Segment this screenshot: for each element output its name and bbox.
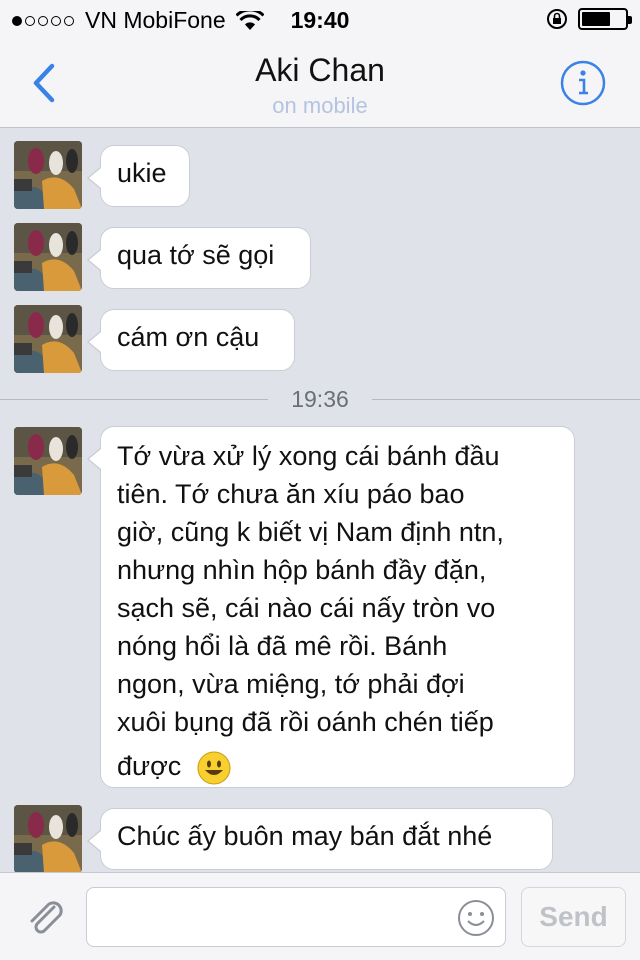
avatar[interactable] (14, 305, 82, 373)
message-text: Tớ vừa xử lý xong cái bánh đầu tiên. Tớ … (101, 427, 574, 793)
avatar-photo (14, 305, 82, 373)
nav-bar: Aki Chan on mobile (0, 40, 640, 128)
status-bar: VN MobiFone 19:40 (0, 0, 640, 40)
smiley-icon[interactable] (457, 899, 495, 937)
message-line-last: được (117, 747, 558, 785)
paperclip-icon[interactable] (24, 897, 68, 941)
message-text: Chúc ấy buôn may bán đắt nhé (117, 821, 493, 851)
message-line: tiên. Tớ chưa ăn xíu páo bao (117, 479, 465, 509)
contact-status: on mobile (272, 93, 368, 118)
avatar[interactable] (14, 805, 82, 873)
avatar[interactable] (14, 427, 82, 495)
message-line: giờ, cũng k biết vị Nam định ntn, (117, 517, 504, 547)
avatar[interactable] (14, 141, 82, 209)
message-line: xuôi bụng đã rồi oánh chén tiếp (117, 707, 494, 737)
avatar-photo (14, 223, 82, 291)
message-line: được (117, 751, 182, 781)
smiley-face-icon (197, 751, 231, 785)
contact-name[interactable]: Aki Chan (0, 52, 640, 89)
battery-icon (578, 8, 632, 30)
avatar[interactable] (14, 223, 82, 291)
avatar-photo (14, 141, 82, 209)
message-line: Tớ vừa xử lý xong cái bánh đầu (117, 441, 500, 471)
message-line: sạch sẽ, cái nào cái nấy tròn vo (117, 593, 496, 623)
message-bubble[interactable]: ukie (87, 145, 190, 207)
status-right (546, 8, 632, 30)
message-input[interactable] (87, 888, 451, 946)
message-line: nóng hổi là đã mê rồi. Bánh (117, 631, 448, 661)
avatar-photo (14, 805, 82, 873)
message-text: ukie (117, 158, 167, 188)
message-bubble[interactable]: cám ơn cậu (87, 309, 295, 371)
message-line: nhưng nhìn hộp bánh đầy đặn, (117, 555, 487, 585)
message-bubble[interactable]: Tớ vừa xử lý xong cái bánh đầu tiên. Tớ … (87, 426, 575, 788)
divider-time: 19:36 (291, 386, 349, 412)
message-line: ngon, vừa miệng, tớ phải đợi (117, 669, 465, 699)
time-divider: 19:36 (0, 386, 640, 412)
rotation-lock-icon (547, 9, 567, 29)
message-bubble[interactable]: qua tớ sẽ gọi (87, 227, 311, 289)
message-bubble[interactable]: Chúc ấy buôn may bán đắt nhé (87, 808, 553, 870)
message-text: qua tớ sẽ gọi (117, 240, 275, 270)
avatar-photo (14, 427, 82, 495)
composer-bar: Send (0, 872, 640, 960)
send-button[interactable]: Send (521, 887, 626, 947)
status-time: 19:40 (290, 7, 350, 33)
message-text: cám ơn cậu (117, 322, 260, 352)
info-icon[interactable] (560, 60, 606, 106)
message-input-field[interactable] (86, 887, 506, 947)
